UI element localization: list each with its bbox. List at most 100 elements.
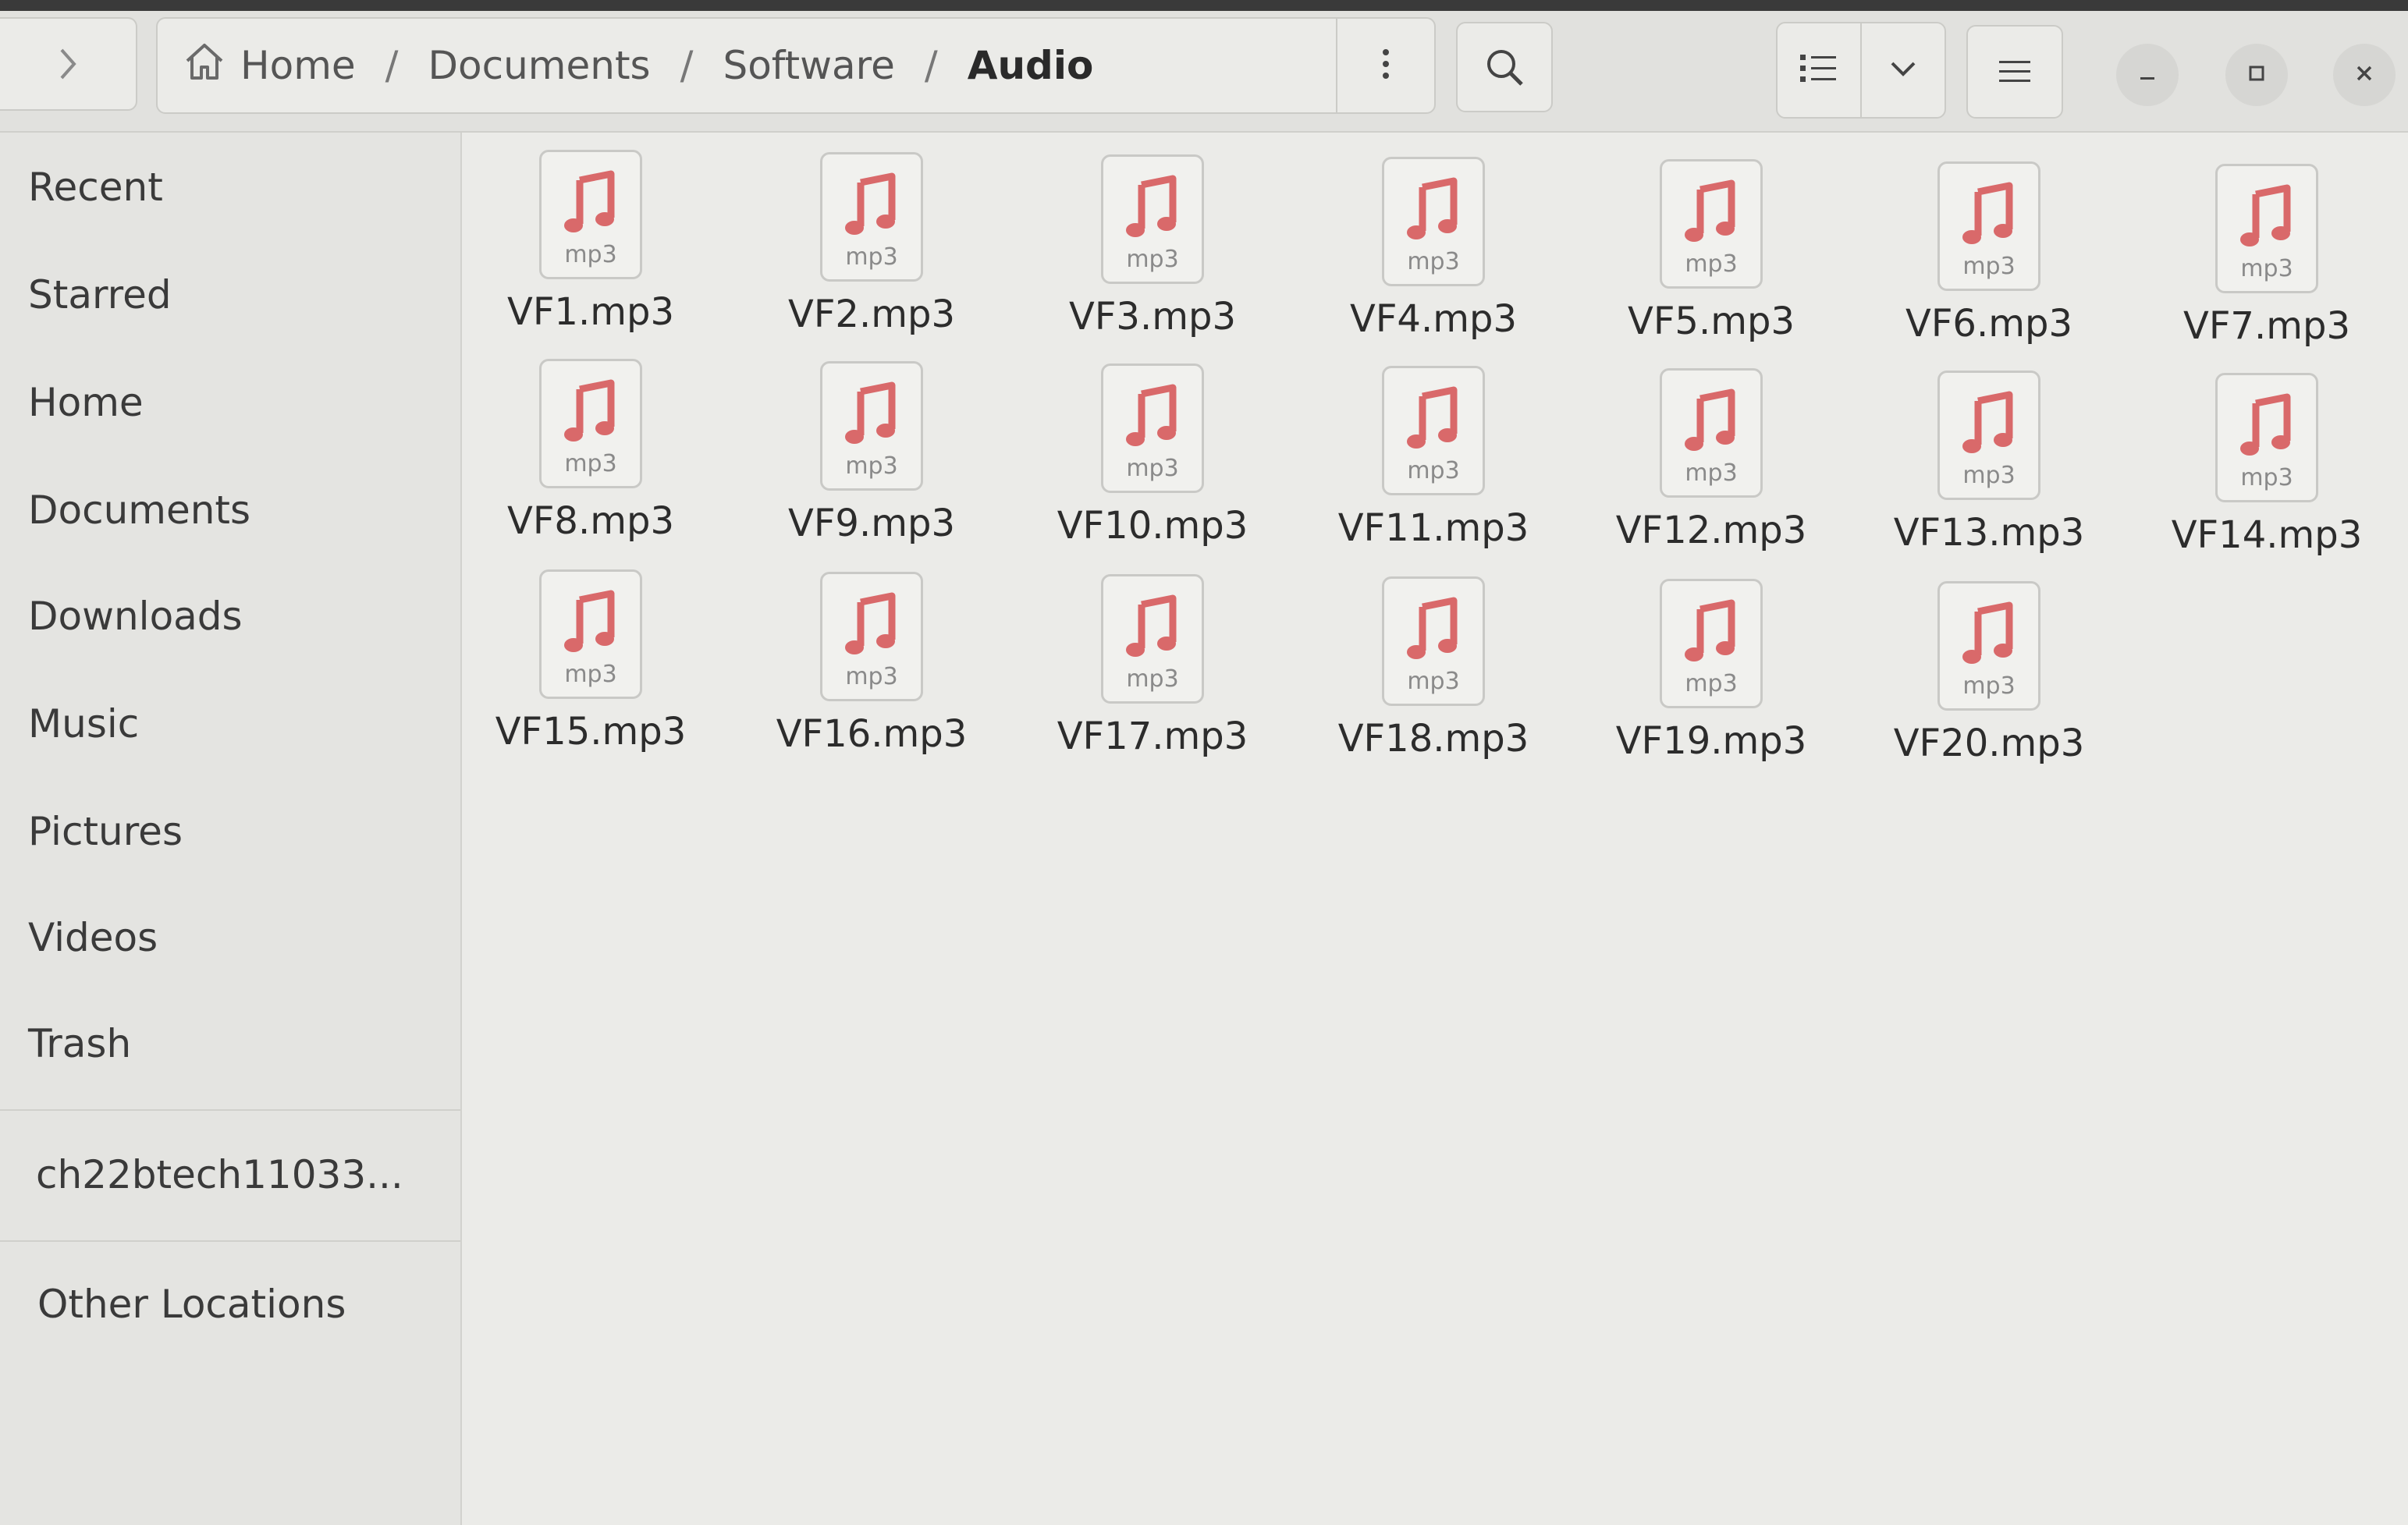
forward-button[interactable] — [0, 17, 137, 111]
file-item[interactable]: mp3 VF1.mp3 — [462, 150, 719, 353]
file-type-label: mp3 — [1962, 462, 2016, 489]
breadcrumb-audio[interactable]: Audio — [968, 43, 1094, 88]
music-note-icon: mp3 — [1382, 157, 1485, 286]
file-item[interactable]: mp3 VF18.mp3 — [1305, 576, 1562, 779]
file-item[interactable]: mp3 VF19.mp3 — [1582, 579, 1840, 782]
file-name: VF14.mp3 — [2171, 513, 2363, 557]
vertical-dots-icon — [1380, 44, 1392, 87]
file-name: VF1.mp3 — [506, 290, 674, 334]
file-item[interactable]: mp3 VF20.mp3 — [1860, 581, 2118, 784]
sidebar-divider — [0, 1109, 460, 1111]
music-note-icon: mp3 — [1937, 581, 2040, 711]
file-type-label: mp3 — [1685, 250, 1738, 278]
file-type-label: mp3 — [1962, 672, 2016, 700]
list-view-button[interactable] — [1778, 23, 1862, 117]
view-toggle-group — [1776, 22, 1946, 119]
file-name: VF16.mp3 — [776, 712, 968, 756]
file-item[interactable]: mp3 VF15.mp3 — [462, 569, 719, 772]
home-icon — [183, 39, 240, 92]
breadcrumb-documents[interactable]: Documents — [428, 43, 651, 88]
file-type-label: mp3 — [1126, 246, 1179, 273]
file-type-label: mp3 — [1962, 253, 2016, 280]
sidebar-item-starred[interactable]: Starred — [28, 264, 172, 326]
file-type-label: mp3 — [1685, 459, 1738, 487]
file-grid: mp3 VF1.mp3 mp3 VF2.mp3 mp3 VF3.mp3 mp3 VF4.mp3… — [462, 133, 2408, 1525]
music-note-icon: mp3 — [539, 359, 642, 488]
sidebar: Recent Starred Home Documents Downloads … — [0, 133, 462, 1525]
file-type-label: mp3 — [1407, 457, 1460, 484]
file-name: VF8.mp3 — [506, 499, 674, 543]
sidebar-item-pictures[interactable]: Pictures — [28, 800, 183, 863]
file-type-label: mp3 — [1685, 670, 1738, 697]
sidebar-item-label: Pictures — [28, 809, 183, 854]
file-name: VF20.mp3 — [1893, 722, 2085, 765]
main-menu-button[interactable] — [1966, 25, 2063, 119]
breadcrumb-home[interactable]: Home — [183, 39, 356, 92]
music-note-icon: mp3 — [2215, 164, 2318, 293]
file-item[interactable]: mp3 VF4.mp3 — [1305, 157, 1562, 360]
breadcrumb-label: Audio — [967, 43, 1094, 88]
sidebar-item-documents[interactable]: Documents — [28, 479, 250, 541]
file-item[interactable]: mp3 VF8.mp3 — [462, 359, 719, 562]
sidebar-item-label: Music — [28, 701, 140, 747]
sidebar-item-recent[interactable]: Recent — [28, 156, 163, 218]
file-item[interactable]: mp3 VF3.mp3 — [1024, 154, 1281, 357]
music-note-icon: mp3 — [539, 569, 642, 699]
maximize-button[interactable] — [2225, 44, 2288, 106]
file-name: VF2.mp3 — [787, 293, 955, 336]
chevron-down-icon — [1888, 57, 1919, 83]
file-type-label: mp3 — [845, 452, 898, 480]
file-name: VF12.mp3 — [1615, 509, 1807, 552]
file-item[interactable]: mp3 VF13.mp3 — [1860, 371, 2118, 573]
close-button[interactable] — [2333, 44, 2396, 106]
file-item[interactable]: mp3 VF14.mp3 — [2138, 373, 2396, 576]
sidebar-item-drive[interactable]: ch22btech11033... — [36, 1144, 403, 1206]
sidebar-item-label: Other Locations — [37, 1282, 346, 1327]
search-button[interactable] — [1456, 22, 1553, 112]
file-type-label: mp3 — [1407, 248, 1460, 275]
top-edge — [0, 0, 2408, 11]
music-note-icon: mp3 — [1101, 574, 1204, 704]
sidebar-item-other-locations[interactable]: Other Locations — [37, 1273, 346, 1335]
sidebar-item-label: Downloads — [28, 594, 243, 639]
file-name: VF15.mp3 — [495, 710, 687, 754]
file-name: VF11.mp3 — [1337, 506, 1529, 550]
file-name: VF9.mp3 — [787, 502, 955, 545]
breadcrumb-separator: / — [385, 43, 399, 88]
file-name: VF17.mp3 — [1057, 715, 1248, 758]
minimize-button[interactable] — [2116, 44, 2179, 106]
file-item[interactable]: mp3 VF11.mp3 — [1305, 366, 1562, 569]
view-options-button[interactable] — [1862, 23, 1945, 117]
music-note-icon: mp3 — [1101, 364, 1204, 493]
maximize-icon — [2245, 62, 2268, 88]
sidebar-item-videos[interactable]: Videos — [28, 906, 158, 969]
sidebar-item-home[interactable]: Home — [28, 371, 144, 434]
sidebar-divider — [0, 1240, 460, 1242]
file-name: VF13.mp3 — [1893, 511, 2085, 555]
breadcrumb-label: Documents — [428, 43, 651, 88]
file-item[interactable]: mp3 VF9.mp3 — [743, 361, 1000, 564]
file-type-label: mp3 — [564, 241, 617, 268]
file-type-label: mp3 — [845, 663, 898, 690]
file-item[interactable]: mp3 VF16.mp3 — [743, 572, 1000, 775]
file-item[interactable]: mp3 VF10.mp3 — [1024, 364, 1281, 566]
hamburger-icon — [1998, 56, 2032, 87]
sidebar-item-label: Recent — [28, 165, 163, 210]
sidebar-item-trash[interactable]: Trash — [28, 1013, 131, 1075]
file-item[interactable]: mp3 VF6.mp3 — [1860, 161, 2118, 364]
file-item[interactable]: mp3 VF17.mp3 — [1024, 574, 1281, 777]
sidebar-item-music[interactable]: Music — [28, 693, 139, 755]
music-note-icon: mp3 — [1937, 161, 2040, 291]
file-item[interactable]: mp3 VF7.mp3 — [2138, 164, 2396, 367]
music-note-icon: mp3 — [820, 152, 923, 282]
header-bar: Home / Documents / Software / Audio — [0, 0, 2408, 133]
file-name: VF18.mp3 — [1337, 717, 1529, 761]
file-item[interactable]: mp3 VF2.mp3 — [743, 152, 1000, 355]
file-item[interactable]: mp3 VF5.mp3 — [1582, 159, 1840, 362]
breadcrumb-separator: / — [924, 43, 938, 88]
sidebar-item-downloads[interactable]: Downloads — [28, 585, 243, 647]
breadcrumb-software[interactable]: Software — [723, 43, 894, 88]
minimize-icon — [2136, 62, 2159, 88]
path-menu-button[interactable] — [1336, 19, 1434, 112]
file-item[interactable]: mp3 VF12.mp3 — [1582, 368, 1840, 571]
